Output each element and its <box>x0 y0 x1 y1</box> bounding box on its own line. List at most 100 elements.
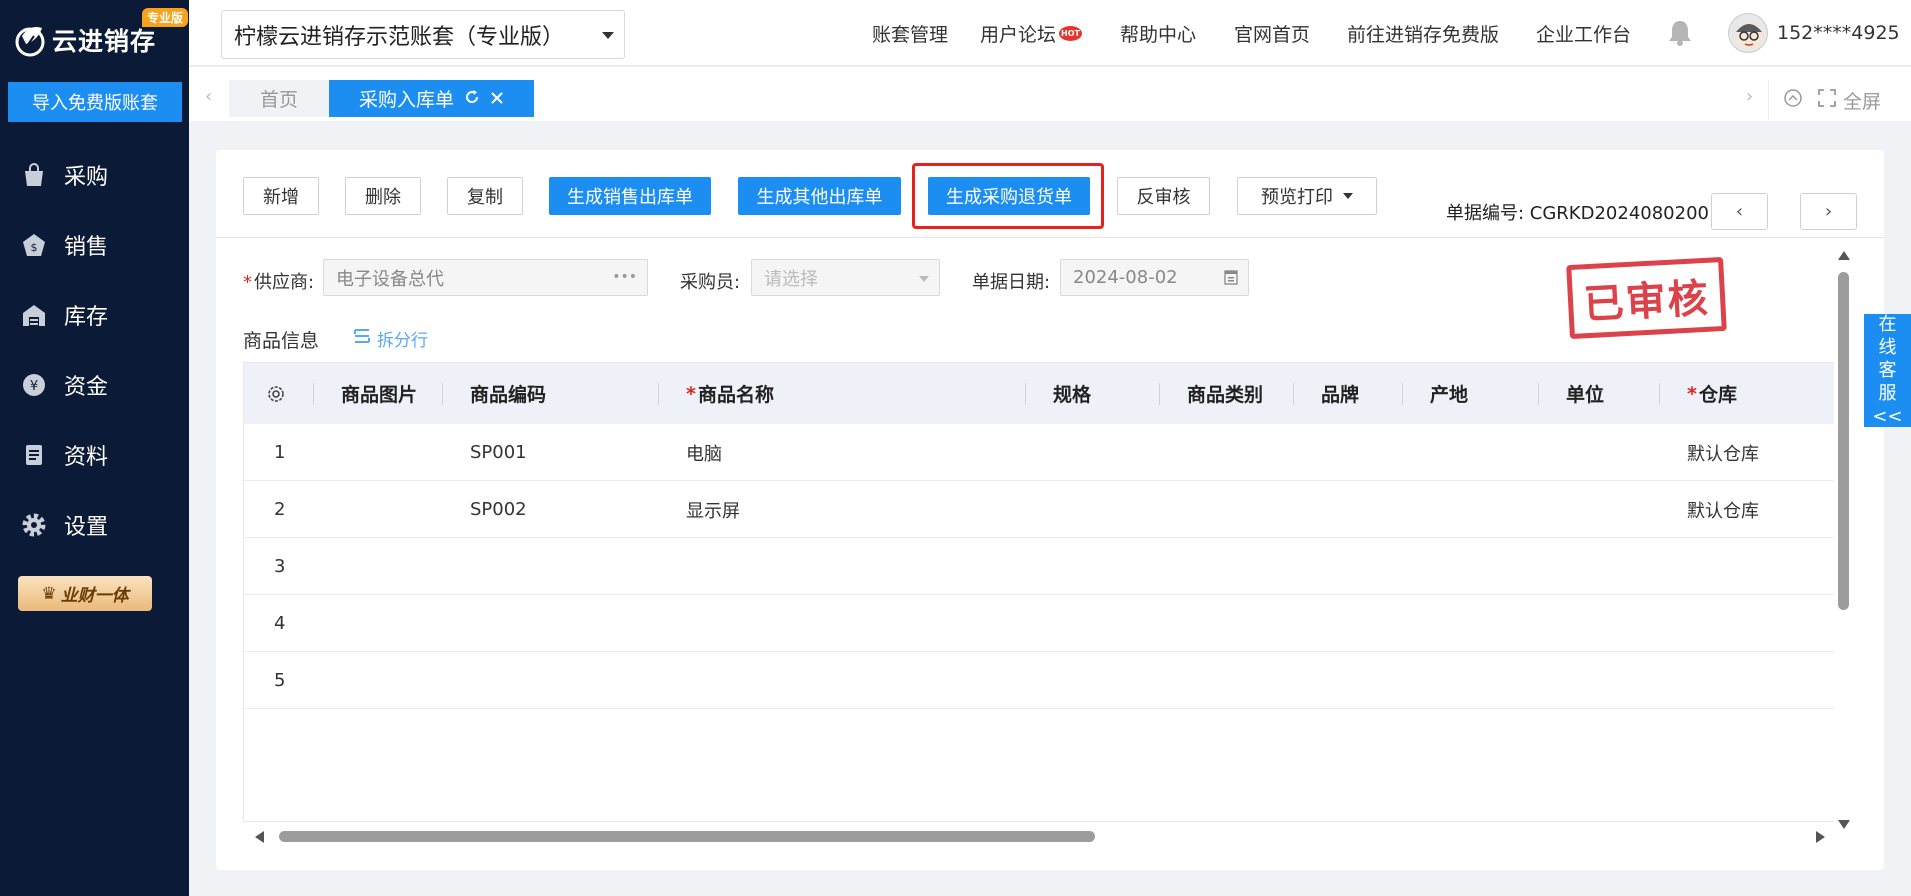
column-header-code: 商品编码 <box>470 384 547 406</box>
generate-other-outbound-button[interactable]: 生成其他出库单 <box>738 177 901 215</box>
tab-label: 采购入库单 <box>358 89 454 111</box>
row-number: 3 <box>274 556 286 577</box>
brand-logo[interactable]: 云进销存 专业版 <box>12 8 188 62</box>
column-separator <box>1293 383 1294 405</box>
goods-code-cell[interactable]: SP002 <box>470 481 527 538</box>
warehouse-cell[interactable]: 默认仓库 <box>1687 481 1759 538</box>
row-number: 4 <box>274 613 286 634</box>
goods-section-title: 商品信息 <box>243 330 320 352</box>
service-label-char: 客 <box>1878 360 1897 381</box>
gear-icon <box>20 511 48 539</box>
warehouse-icon <box>20 301 48 329</box>
warehouse-cell[interactable]: 默认仓库 <box>1687 424 1759 481</box>
chevron-down-icon <box>919 276 929 282</box>
header-link-help[interactable]: 帮助中心 <box>1120 0 1196 66</box>
header-link-account-management[interactable]: 账套管理 <box>872 0 948 66</box>
table-row[interactable]: 1 SP001 电脑 默认仓库 <box>244 424 1834 481</box>
close-icon[interactable] <box>490 88 504 110</box>
table-header: 商品图片 商品编码 * 商品名称 规格 商品类别 品牌 产地 单位 * 仓库 <box>244 363 1834 424</box>
sidebar-item-data[interactable]: 资料 <box>0 420 189 490</box>
document-icon <box>20 441 48 469</box>
scroll-left-arrow-icon[interactable] <box>255 831 264 843</box>
document-date-field[interactable]: 2024-08-02 <box>1060 259 1249 296</box>
user-avatar[interactable] <box>1728 13 1768 53</box>
user-phone[interactable]: 152****4925 <box>1777 0 1900 66</box>
crown-icon: ♛ <box>41 583 57 604</box>
preview-print-button[interactable]: 预览打印 <box>1237 177 1377 215</box>
column-header-name: * 商品名称 <box>686 363 774 424</box>
horizontal-scroll-thumb[interactable] <box>279 831 1095 842</box>
online-service-button[interactable]: 在 线 客 服 << <box>1864 314 1911 427</box>
copy-button[interactable]: 复制 <box>447 177 523 215</box>
edition-badge: 专业版 <box>141 8 188 27</box>
tab-scroll-right-icon[interactable]: › <box>1746 86 1753 107</box>
column-settings-icon[interactable] <box>266 363 286 424</box>
new-button[interactable]: 新增 <box>243 177 319 215</box>
document-number: 单据编号: CGRKD20240802001 <box>1446 203 1721 224</box>
column-separator <box>1025 383 1026 405</box>
sidebar-item-funds[interactable]: ¥ 资金 <box>0 350 189 420</box>
column-separator <box>1538 383 1539 405</box>
preview-print-label: 预览打印 <box>1261 187 1333 208</box>
column-separator <box>442 383 443 405</box>
more-dots-icon[interactable]: ••• <box>612 269 637 285</box>
goods-name-cell[interactable]: 电脑 <box>686 424 722 481</box>
sidebar-item-sales[interactable]: $ 销售 <box>0 210 189 280</box>
generate-sales-outbound-button[interactable]: 生成销售出库单 <box>549 177 711 215</box>
table-row[interactable]: 4 <box>244 595 1834 652</box>
service-label-char: 线 <box>1878 337 1897 358</box>
refresh-icon[interactable] <box>464 88 480 110</box>
previous-document-button[interactable]: ‹ <box>1711 193 1768 230</box>
column-header-spec: 规格 <box>1053 384 1092 406</box>
toolbar-divider <box>216 237 1884 238</box>
split-row-button[interactable]: 拆分行 <box>353 326 428 351</box>
finance-integration-badge[interactable]: ♛ 业财一体 <box>18 576 152 611</box>
header-link-enterprise[interactable]: 企业工作台 <box>1536 0 1631 66</box>
horizontal-scrollbar[interactable] <box>243 826 1834 846</box>
delete-button[interactable]: 删除 <box>345 177 421 215</box>
column-header-brand: 品牌 <box>1321 384 1360 406</box>
tab-scroll-left-icon[interactable]: ‹ <box>205 86 212 107</box>
buyer-select[interactable]: 请选择 <box>751 259 940 296</box>
sidebar-item-label: 资料 <box>64 445 109 470</box>
supplier-label: * 供应商: <box>243 272 315 293</box>
header-link-free-version[interactable]: 前往进销存免费版 <box>1347 0 1499 66</box>
column-header-name-text: 商品名称 <box>697 384 774 406</box>
service-label-char: 服 <box>1878 383 1897 404</box>
shopping-bag-icon <box>20 161 48 189</box>
brand-name: 云进销存 <box>52 27 157 56</box>
scroll-down-arrow-icon[interactable] <box>1838 820 1850 829</box>
supplier-field[interactable]: 电子设备总代 ••• <box>323 259 648 296</box>
goods-code-cell[interactable]: SP001 <box>470 424 527 481</box>
header-link-forum[interactable]: 用户论坛 HOT <box>980 0 1082 66</box>
scroll-right-arrow-icon[interactable] <box>1816 831 1825 843</box>
calendar-icon[interactable] <box>1224 269 1238 289</box>
fullscreen-control[interactable]: 全屏 <box>1768 80 1911 120</box>
table-row[interactable]: 5 <box>244 652 1834 709</box>
column-separator <box>1159 383 1160 405</box>
column-separator <box>1402 383 1403 405</box>
sidebar-item-inventory[interactable]: 库存 <box>0 280 189 350</box>
vertical-scroll-thumb[interactable] <box>1838 272 1849 610</box>
notification-bell-icon[interactable] <box>1667 18 1693 46</box>
date-value: 2024-08-02 <box>1073 267 1178 288</box>
unaudit-button[interactable]: 反审核 <box>1117 177 1210 215</box>
column-header-origin: 产地 <box>1430 384 1469 406</box>
goods-name-cell[interactable]: 显示屏 <box>686 481 740 538</box>
scroll-up-arrow-icon[interactable] <box>1838 251 1850 260</box>
collapse-up-icon[interactable] <box>1783 88 1803 113</box>
sidebar-item-settings[interactable]: 设置 <box>0 490 189 560</box>
import-free-account-button[interactable]: 导入免费版账套 <box>8 82 182 122</box>
account-selector[interactable]: 柠檬云进销存示范账套（专业版） <box>221 10 625 59</box>
next-document-button[interactable]: › <box>1800 193 1857 230</box>
tab-home[interactable]: 首页 <box>229 80 329 117</box>
expand-icon <box>1817 88 1837 113</box>
sidebar-item-purchase[interactable]: 采购 <box>0 140 189 210</box>
table-row[interactable]: 3 <box>244 538 1834 595</box>
header-link-official-site[interactable]: 官网首页 <box>1234 0 1310 66</box>
account-name: 柠檬云进销存示范账套（专业版） <box>234 24 565 50</box>
sales-tag-icon: $ <box>20 231 48 259</box>
table-row[interactable]: 2 SP002 显示屏 默认仓库 <box>244 481 1834 538</box>
tab-purchase-inbound[interactable]: 采购入库单 <box>329 80 534 117</box>
column-separator <box>1659 383 1660 405</box>
